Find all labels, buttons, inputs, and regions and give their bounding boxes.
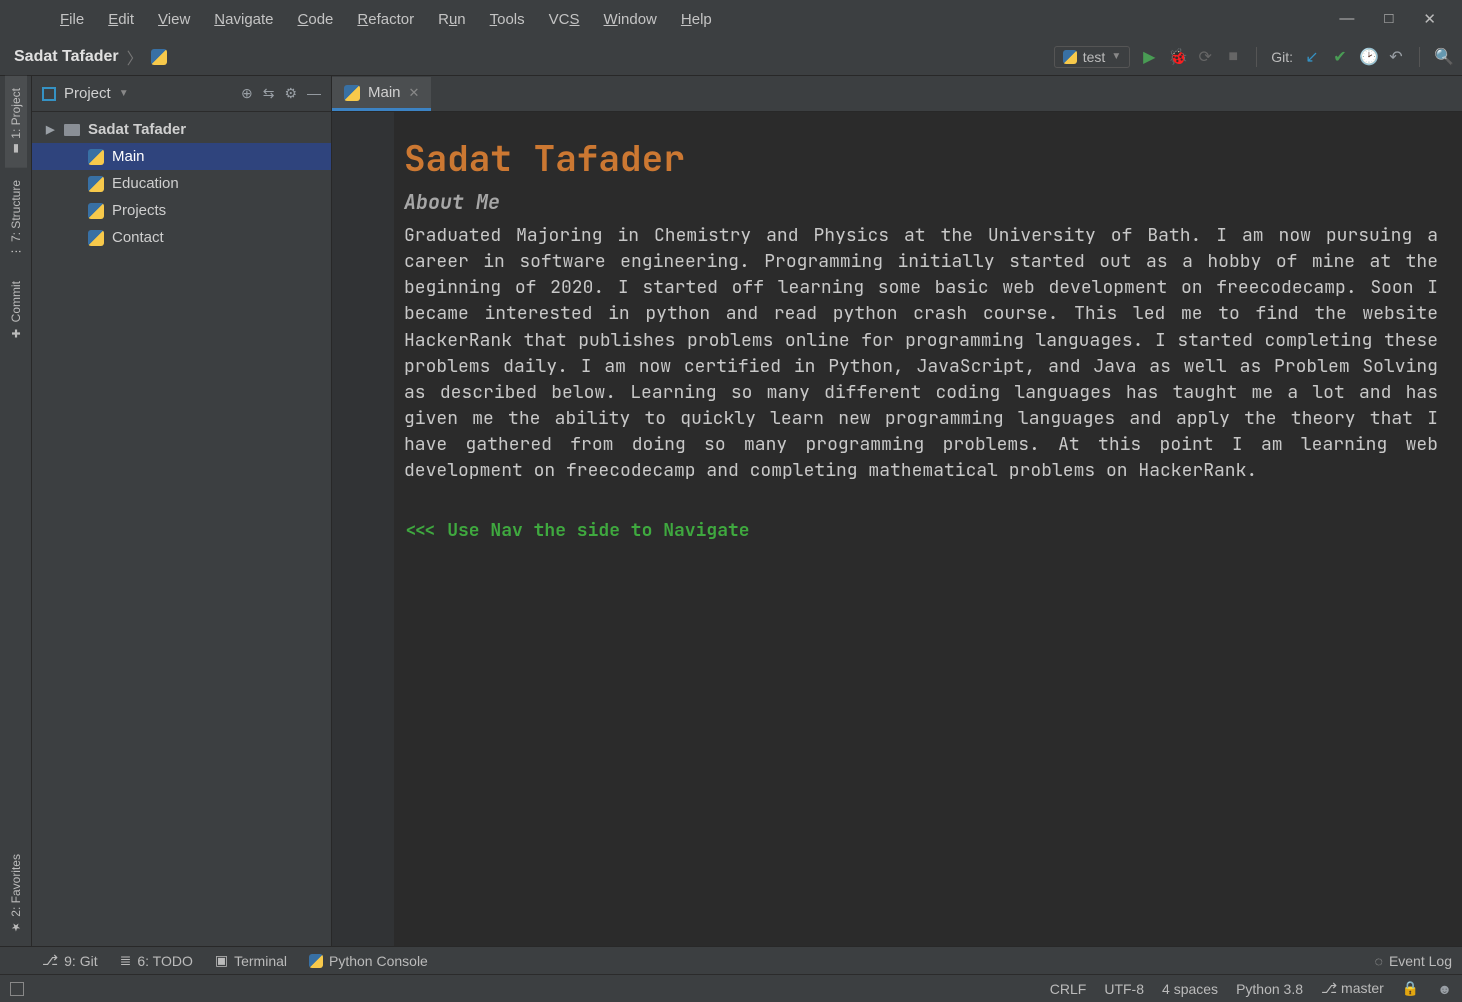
collapse-icon[interactable]: ⇆ — [263, 85, 275, 102]
tree-item-main[interactable]: Main — [32, 143, 331, 170]
python-file-icon — [88, 203, 104, 219]
project-pane-header: Project ▼ ⊕ ⇆ ⚙ — — [32, 76, 331, 112]
breadcrumb-separator: 〉 — [123, 45, 147, 69]
tool-favorites[interactable]: ★2: Favorites — [5, 842, 27, 946]
tool-project[interactable]: ▮1: Project — [5, 76, 27, 168]
editor-area: Main ✕ Sadat Tafader About Me Graduated … — [332, 76, 1462, 946]
menu-help[interactable]: Help — [669, 7, 724, 32]
python-icon — [151, 49, 167, 65]
python-icon — [309, 954, 323, 968]
python-file-icon — [88, 149, 104, 165]
separator — [1256, 47, 1257, 67]
status-eol[interactable]: CRLF — [1050, 981, 1087, 997]
bottom-tool-stripe: ⎇9: Git ≣6: TODO ▣Terminal Python Consol… — [0, 946, 1462, 974]
python-file-icon — [88, 230, 104, 246]
menu-view[interactable]: View — [146, 7, 202, 32]
left-tool-stripe: ▮1: Project ⋮7: Structure ✚Commit ★2: Fa… — [0, 76, 32, 946]
tool-commit[interactable]: ✚Commit — [5, 269, 27, 351]
git-label: Git: — [1271, 49, 1293, 65]
close-tab-icon[interactable]: ✕ — [409, 85, 420, 101]
tool-python-console[interactable]: Python Console — [309, 953, 428, 969]
menu-edit[interactable]: Edit — [96, 7, 146, 32]
separator — [1419, 47, 1420, 67]
python-icon — [1063, 50, 1077, 64]
doc-nav-hint: <<< Use Nav the side to Navigate — [404, 518, 1438, 544]
window-maximize[interactable]: □ — [1384, 10, 1393, 28]
editor-tab-label: Main — [368, 84, 401, 101]
tree-item-label: Projects — [112, 202, 166, 219]
doc-title: Sadat Tafader — [404, 132, 1438, 184]
hide-icon[interactable]: — — [307, 85, 321, 102]
editor-content[interactable]: Sadat Tafader About Me Graduated Majorin… — [332, 112, 1462, 946]
tree-item-label: Education — [112, 175, 179, 192]
gear-icon[interactable]: ⚙ — [284, 85, 297, 102]
git-pull-button[interactable]: ↙ — [1303, 47, 1321, 67]
python-file-icon — [344, 85, 360, 101]
menu-navigate[interactable]: Navigate — [202, 7, 285, 32]
tool-structure[interactable]: ⋮7: Structure — [5, 168, 27, 269]
branch-icon: ⎇ — [42, 952, 58, 969]
tool-event-log[interactable]: ◌Event Log — [1375, 953, 1452, 969]
locate-icon[interactable]: ⊕ — [241, 85, 253, 102]
status-interpreter[interactable]: Python 3.8 — [1236, 981, 1303, 997]
tree-root-label: Sadat Tafader — [88, 121, 186, 138]
menu-run[interactable]: Run — [426, 7, 478, 32]
navigation-bar: Sadat Tafader 〉 test ▼ ▶ 🐞 ⟳ ■ Git: ↙ ✔ … — [0, 38, 1462, 76]
project-tree: ▶ Sadat Tafader Main Education Projects … — [32, 112, 331, 255]
run-button[interactable]: ▶ — [1140, 47, 1158, 67]
tool-todo[interactable]: ≣6: TODO — [120, 952, 193, 969]
doc-body: Graduated Majoring in Chemistry and Phys… — [404, 223, 1438, 484]
editor-gutter — [332, 112, 394, 946]
folder-icon — [64, 124, 80, 136]
tree-item-label: Contact — [112, 229, 164, 246]
status-bar: CRLF UTF-8 4 spaces Python 3.8 ⎇ master … — [0, 974, 1462, 1002]
tool-terminal[interactable]: ▣Terminal — [215, 952, 287, 969]
expand-arrow-icon[interactable]: ▶ — [46, 123, 56, 136]
coverage-button[interactable]: ⟳ — [1196, 47, 1214, 67]
ide-feedback-icon[interactable]: ☻ — [1437, 981, 1452, 997]
menu-window[interactable]: Window — [592, 7, 669, 32]
python-file-icon — [88, 176, 104, 192]
tool-git[interactable]: ⎇9: Git — [42, 952, 98, 969]
terminal-icon: ▣ — [215, 952, 228, 969]
status-branch[interactable]: ⎇ master — [1321, 980, 1384, 997]
project-view-icon — [42, 87, 56, 101]
search-everywhere-button[interactable]: 🔍 — [1434, 47, 1452, 67]
project-pane-title[interactable]: Project — [64, 85, 111, 102]
menu-file[interactable]: File — [48, 7, 96, 32]
run-config-name: test — [1083, 49, 1106, 65]
chevron-down-icon[interactable]: ▼ — [119, 88, 129, 99]
status-encoding[interactable]: UTF-8 — [1104, 981, 1144, 997]
event-log-icon: ◌ — [1375, 953, 1383, 969]
tree-item-label: Main — [112, 148, 145, 165]
chevron-down-icon: ▼ — [1111, 51, 1121, 62]
window-close[interactable]: ✕ — [1423, 10, 1436, 28]
project-tool-window: Project ▼ ⊕ ⇆ ⚙ — ▶ Sadat Tafader Main E… — [32, 76, 332, 946]
run-config-selector[interactable]: test ▼ — [1054, 46, 1130, 68]
window-minimize[interactable]: — — [1339, 10, 1354, 28]
branch-icon: ⎇ — [1321, 980, 1337, 996]
tree-item-contact[interactable]: Contact — [32, 224, 331, 251]
tree-item-projects[interactable]: Projects — [32, 197, 331, 224]
tree-item-education[interactable]: Education — [32, 170, 331, 197]
tool-windows-toggle[interactable] — [10, 982, 24, 996]
list-icon: ≣ — [120, 952, 132, 969]
lock-icon[interactable]: 🔒 — [1402, 980, 1419, 997]
debug-button[interactable]: 🐞 — [1168, 47, 1186, 67]
rollback-button[interactable]: ↶ — [1387, 47, 1405, 67]
editor-tab-bar: Main ✕ — [332, 76, 1462, 112]
breadcrumb-project[interactable]: Sadat Tafader — [10, 48, 123, 66]
menu-vcs[interactable]: VCS — [537, 7, 592, 32]
editor-tab-main[interactable]: Main ✕ — [332, 77, 431, 111]
tree-root[interactable]: ▶ Sadat Tafader — [32, 116, 331, 143]
menu-bar: File Edit View Navigate Code Refactor Ru… — [0, 0, 1462, 38]
stop-button[interactable]: ■ — [1224, 48, 1242, 66]
status-indent[interactable]: 4 spaces — [1162, 981, 1218, 997]
menu-code[interactable]: Code — [286, 7, 346, 32]
menu-refactor[interactable]: Refactor — [345, 7, 426, 32]
menu-tools[interactable]: Tools — [478, 7, 537, 32]
doc-subtitle: About Me — [404, 188, 1438, 217]
history-button[interactable]: 🕑 — [1359, 47, 1377, 67]
git-commit-button[interactable]: ✔ — [1331, 47, 1349, 67]
